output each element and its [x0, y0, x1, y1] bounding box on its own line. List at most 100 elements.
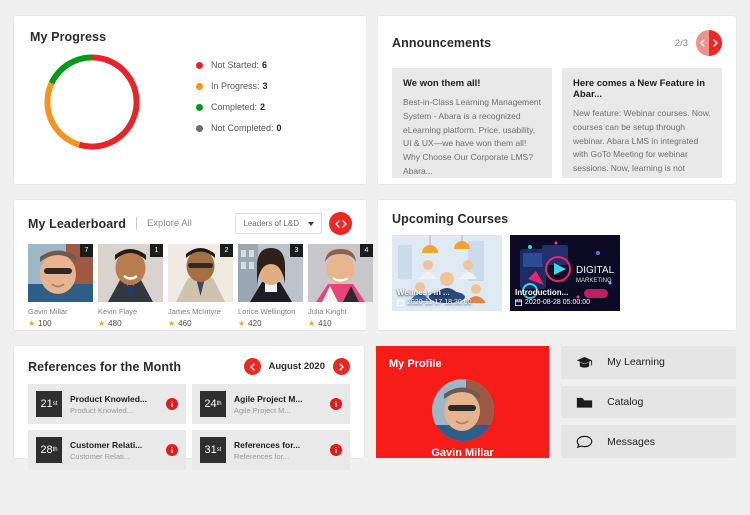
announcements-next-button[interactable] [709, 30, 722, 56]
leaderboard-filter-value: Leaders of L&D [243, 219, 299, 228]
announcement-item[interactable]: Here comes a New Feature in Abar... New … [562, 68, 722, 178]
leaderboard-entry[interactable]: 4 Julia Kinght ★ 410 [308, 244, 373, 328]
course-title: Introduction... [515, 288, 569, 297]
announcements-counter: 2/3 [674, 37, 688, 49]
menu-item-messages[interactable]: Messages [561, 425, 736, 459]
menu-item-my-learning[interactable]: My Learning [561, 346, 736, 379]
reference-title: References for... [234, 439, 301, 450]
my-profile-card: My Profile Gavin Millar [376, 346, 550, 459]
course-date-text: 2020-11-17 18:30:00 [407, 299, 472, 306]
announcements-pager: 2/3 [675, 30, 722, 56]
reference-item[interactable]: 24th Agile Project M... Agile Project M.… [192, 384, 350, 424]
star-icon: ★ [28, 319, 36, 328]
calendar-icon [397, 299, 404, 306]
leaderboard-entry[interactable]: 7 Gavin Millar ★ 100 [28, 244, 93, 328]
star-icon: ★ [308, 319, 316, 328]
date-ordinal: th [52, 447, 58, 453]
date-badge: 28th [36, 437, 62, 463]
course-date: 2020-11-17 18:30:00 [397, 299, 497, 306]
references-card: References for the Month August 2020 21 … [14, 346, 364, 470]
legend-dot-icon [196, 61, 203, 69]
date-day: 28 [40, 444, 53, 456]
leaderboard-score: ★ 420 [238, 319, 303, 328]
leaderboard-name: Julia Kinght [308, 307, 347, 316]
star-icon: ★ [98, 319, 106, 328]
avatar: 1 [98, 244, 163, 302]
announcement-title: We won them all! [403, 78, 481, 89]
rank-badge: 2 [220, 244, 233, 257]
legend-label: In Progress: [211, 81, 260, 91]
reference-item[interactable]: 31st References for... References for...… [192, 430, 350, 470]
quick-menu: My Learning Catalog Messages [561, 346, 736, 459]
date-ordinal: th [216, 401, 222, 407]
info-icon[interactable]: i [330, 398, 342, 410]
reference-item[interactable]: 28th Customer Relati... Customer Relati.… [28, 430, 186, 470]
menu-item-label: Catalog [607, 396, 644, 408]
leaderboard-score: ★ 410 [308, 319, 373, 328]
leaderboard-entry[interactable]: 2 James McIntyre ★ 460 [168, 244, 233, 328]
chat-icon [576, 435, 593, 449]
current-month-label: August 2020 [268, 361, 326, 372]
announcement-body: New feature: Webinar courses. Now, cours… [573, 108, 711, 178]
leaderboard-filter-select[interactable]: Leaders of L&D [235, 213, 322, 234]
date-ordinal: st [52, 401, 58, 407]
reference-subtitle: Customer Relati... [70, 451, 131, 461]
prev-month-button[interactable] [243, 358, 261, 375]
info-icon[interactable]: i [166, 398, 178, 410]
course-card[interactable]: Wellness in ... 2020-11-17 18:30:00 [392, 235, 502, 311]
announcements-prev-button[interactable] [696, 30, 709, 56]
chevron-left-icon [700, 39, 705, 47]
reference-item[interactable]: 21st Product Knowled... Product Knowled.… [28, 384, 186, 424]
leaderboard-nav[interactable] [329, 212, 352, 235]
references-month-nav: August 2020 [243, 358, 350, 375]
explore-all-link[interactable]: Explore All [147, 218, 192, 229]
avatar: 4 [308, 244, 373, 302]
announcements-card: Announcements 2/3 We won them all! Best-… [378, 16, 736, 184]
chevron-left-icon[interactable] [334, 219, 340, 228]
menu-item-catalog[interactable]: Catalog [561, 385, 736, 419]
announcement-title: Here comes a New Feature in Abar... [573, 78, 705, 100]
leaderboard-controls: Leaders of L&D [235, 212, 352, 235]
menu-item-label: My Learning [607, 356, 665, 369]
chevron-right-icon[interactable] [341, 219, 347, 228]
legend-item-not-started: Not Started: 6 [196, 60, 282, 70]
announcements-nav[interactable] [696, 30, 722, 56]
profile-name: Gavin Millar [431, 447, 494, 459]
leaderboard-list: 7 Gavin Millar ★ 100 1 Kevin Flaye ★ 480… [28, 244, 373, 328]
date-badge: 31st [200, 437, 226, 463]
leaderboard-entry[interactable]: 1 Kevin Flaye ★ 480 [98, 244, 163, 328]
legend-label: Not Started: [211, 60, 260, 70]
score-value: 460 [178, 319, 192, 328]
profile-avatar[interactable] [431, 379, 494, 441]
dashboard-page: My Progress Not Started: 6 In Progress: … [0, 0, 750, 515]
info-icon[interactable]: i [166, 444, 178, 456]
course-overlay: Introduction... 2020-08-28 05:00:00 [510, 284, 620, 311]
date-badge: 24th [200, 391, 226, 417]
course-card[interactable]: DIGITAL MARKETING Introduction... 2020-0… [510, 235, 620, 311]
references-title: References for the Month [28, 359, 182, 374]
my-profile-title: My Profile [389, 358, 442, 370]
date-day: 21 [40, 398, 53, 410]
legend-item-not-completed: Not Completed: 0 [196, 123, 282, 133]
upcoming-courses-list: Wellness in ... 2020-11-17 18:30:00 DIGI… [392, 235, 722, 311]
leaderboard-score: ★ 480 [98, 319, 163, 328]
top-row: My Progress Not Started: 6 In Progress: … [14, 16, 736, 184]
date-day: 24 [204, 398, 217, 410]
progress-donut-chart [44, 54, 140, 150]
reference-text: Product Knowled... Product Knowled... [70, 394, 158, 415]
score-value: 100 [38, 319, 52, 328]
course-date-text: 2020-08-28 05:00:00 [525, 299, 590, 306]
announcement-item[interactable]: We won them all! Best-in-Class Learning … [392, 68, 552, 178]
info-icon[interactable]: i [330, 444, 342, 456]
next-month-button[interactable] [333, 358, 350, 375]
references-header: References for the Month August 2020 [28, 358, 350, 375]
leaderboard-name: Kevin Flaye [98, 307, 138, 316]
avatar: 7 [28, 244, 93, 302]
legend-value: 0 [276, 123, 282, 133]
leaderboard-entry[interactable]: 3 Lorice Wellington ★ 420 [238, 244, 303, 328]
chevron-left-icon [249, 362, 255, 371]
rank-badge: 4 [360, 244, 373, 257]
date-badge: 21st [36, 391, 62, 417]
chevron-right-icon [713, 39, 718, 47]
my-progress-title: My Progress [30, 30, 107, 44]
